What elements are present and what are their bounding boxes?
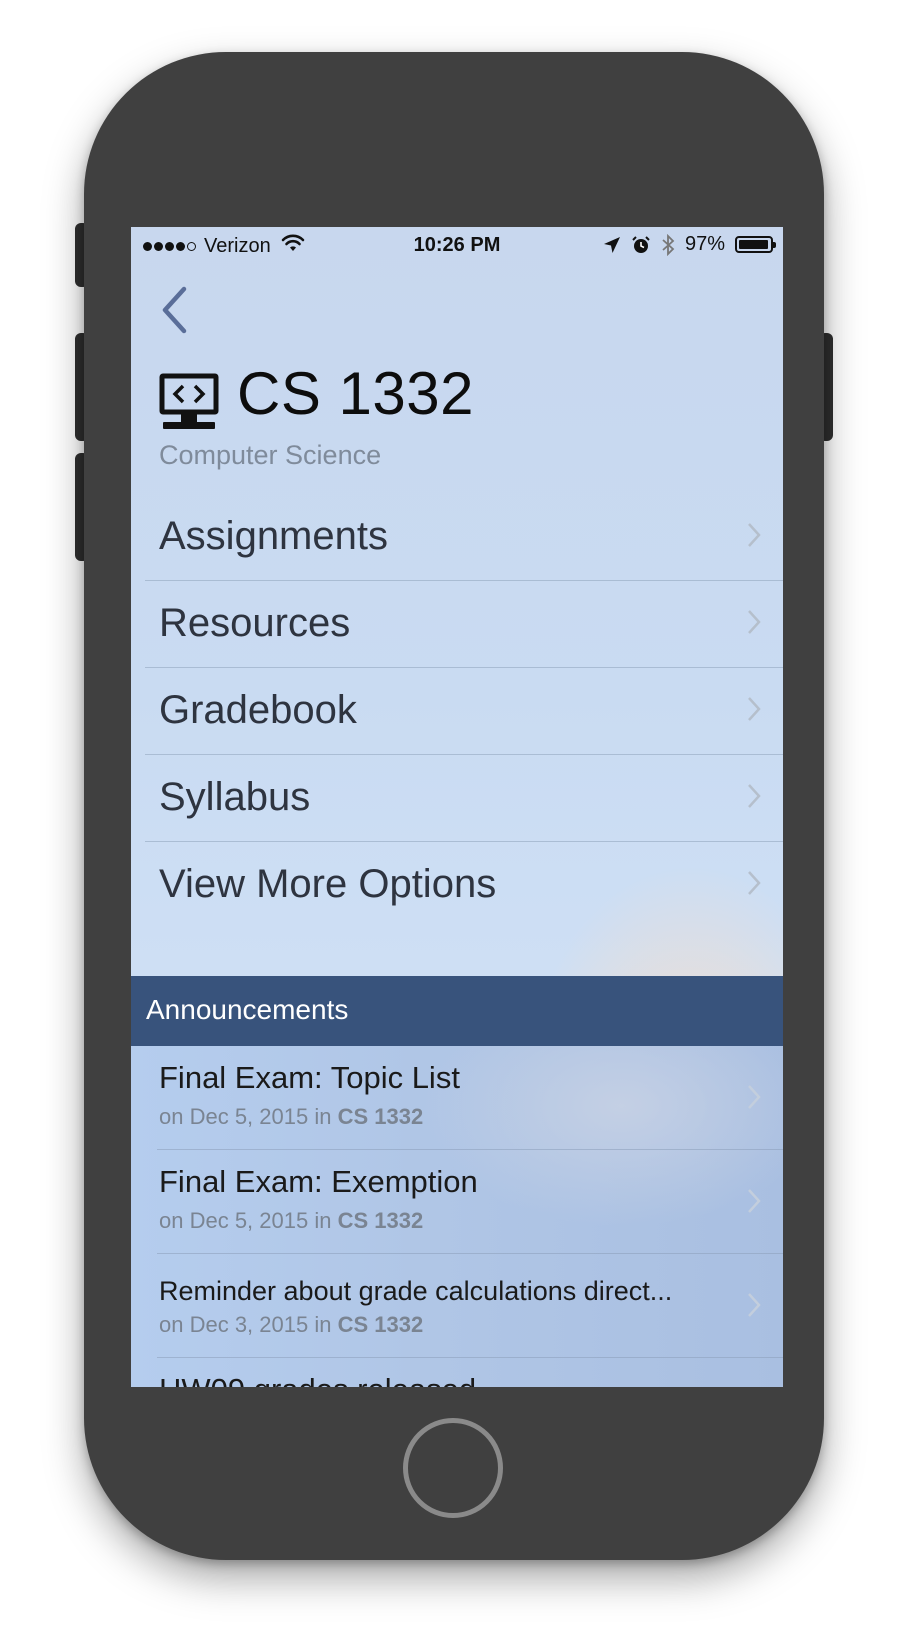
menu-item-label: Resources [159, 601, 351, 645]
menu-item-syllabus[interactable]: Syllabus [145, 755, 783, 842]
announcements-list: Final Exam: Topic List on Dec 5, 2015 in… [131, 1046, 783, 1387]
chevron-right-icon [748, 1293, 761, 1317]
menu-item-assignments[interactable]: Assignments [145, 494, 783, 581]
announcement-meta: on Dec 5, 2015 in CS 1332 [159, 1104, 423, 1130]
app-screen: Verizon 10:26 PM 97% CS 1332 Computer Sc… [131, 227, 783, 1387]
chevron-right-icon [748, 610, 761, 634]
announcement-title: HW09 grades released [159, 1372, 476, 1387]
announcement-course: CS 1332 [337, 1312, 424, 1337]
alarm-icon [631, 235, 651, 255]
location-arrow-icon [603, 236, 621, 254]
announcement-item[interactable]: Reminder about grade calculations direct… [157, 1254, 783, 1358]
announcement-date: on Dec 5, 2015 in [159, 1104, 338, 1129]
announcements-header-label: Announcements [146, 994, 349, 1025]
chevron-right-icon [748, 1085, 761, 1109]
menu-item-label: Syllabus [159, 775, 311, 819]
chevron-right-icon [748, 697, 761, 721]
status-bar: Verizon 10:26 PM 97% [131, 227, 783, 265]
menu-item-label: Gradebook [159, 688, 357, 732]
announcement-course: CS 1332 [337, 1208, 424, 1233]
battery-icon [735, 236, 776, 253]
chevron-right-icon [748, 1189, 761, 1213]
battery-percent: 97% [684, 233, 725, 255]
announcement-item[interactable]: HW09 grades released [157, 1358, 783, 1387]
menu-item-label: View More Options [159, 862, 497, 906]
course-subtitle: Computer Science [159, 440, 382, 470]
chevron-right-icon [748, 523, 761, 547]
bluetooth-icon [661, 233, 675, 256]
menu-item-view-more-options[interactable]: View More Options [145, 842, 783, 928]
announcement-meta: on Dec 5, 2015 in CS 1332 [159, 1208, 423, 1234]
chevron-left-icon [162, 286, 187, 334]
device-frame: Verizon 10:26 PM 97% CS 1332 Computer Sc… [0, 0, 914, 1648]
announcement-item[interactable]: Final Exam: Exemption on Dec 5, 2015 in … [157, 1150, 783, 1254]
chevron-right-icon [748, 871, 761, 895]
announcement-course: CS 1332 [337, 1104, 424, 1129]
announcement-date: on Dec 5, 2015 in [159, 1208, 338, 1233]
announcement-item[interactable]: Final Exam: Topic List on Dec 5, 2015 in… [157, 1046, 783, 1150]
announcement-title: Final Exam: Exemption [159, 1164, 478, 1199]
course-title: CS 1332 [237, 360, 474, 427]
announcement-title: Final Exam: Topic List [159, 1060, 460, 1095]
announcements-header: Announcements [131, 976, 783, 1046]
menu-item-resources[interactable]: Resources [145, 581, 783, 668]
chevron-right-icon [748, 784, 761, 808]
back-button[interactable] [155, 282, 195, 338]
menu-item-label: Assignments [159, 514, 388, 558]
announcement-date: on Dec 3, 2015 in [159, 1312, 338, 1337]
home-button[interactable] [403, 1418, 503, 1518]
announcement-title: Reminder about grade calculations direct… [159, 1276, 673, 1306]
computer-code-icon [159, 373, 219, 433]
course-menu: Assignments Resources Gradebook Syllabus… [131, 494, 783, 928]
menu-item-gradebook[interactable]: Gradebook [145, 668, 783, 755]
announcement-meta: on Dec 3, 2015 in CS 1332 [159, 1312, 423, 1338]
